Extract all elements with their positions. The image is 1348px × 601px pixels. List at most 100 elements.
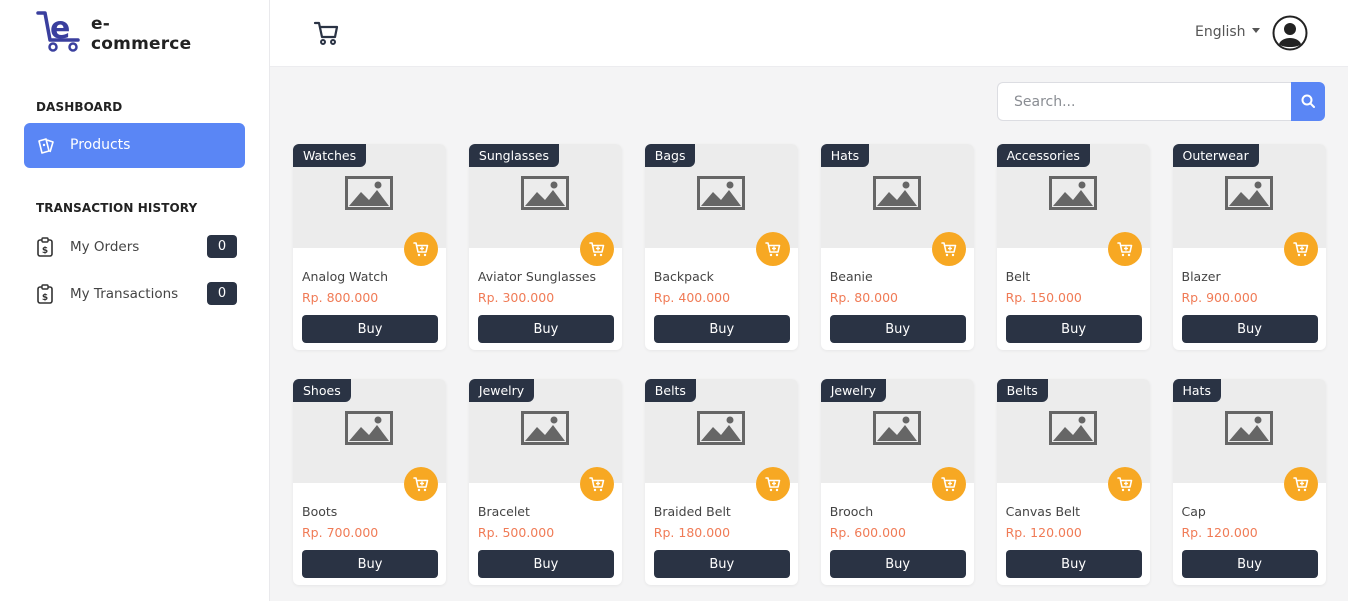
category-badge: Bags	[644, 144, 696, 167]
orders-count-badge: 0	[207, 235, 237, 258]
search-bar	[997, 82, 1325, 121]
transactions-count-badge: 0	[207, 282, 237, 305]
search-button[interactable]	[1291, 82, 1325, 121]
svg-text:$: $	[42, 246, 48, 256]
image-placeholder-icon	[872, 176, 921, 210]
sidebar-item-my-orders[interactable]: $ My Orders 0	[24, 231, 245, 263]
image-placeholder-icon	[696, 176, 745, 210]
sidebar-item-products[interactable]: Products	[24, 123, 245, 168]
add-to-cart-button[interactable]	[1107, 467, 1142, 501]
add-to-cart-button[interactable]	[755, 467, 790, 501]
top-header: English	[270, 0, 1348, 67]
product-card: Hats Cap Rp. 120.000 Buy	[1172, 379, 1326, 585]
category-badge: Jewelry	[820, 379, 886, 402]
product-price: Rp. 120.000	[1005, 525, 1082, 540]
add-to-cart-button[interactable]	[1107, 232, 1142, 266]
sidebar: e e-commerce DASHBOARD Products TRANSACT…	[0, 0, 270, 601]
logo-text: e-commerce	[91, 14, 192, 54]
product-name: Braided Belt	[653, 504, 731, 519]
add-to-cart-button[interactable]	[1283, 232, 1318, 266]
category-badge: Accessories	[996, 144, 1090, 167]
sidebar-item-label: My Transactions	[70, 286, 179, 302]
buy-button[interactable]: Buy	[829, 315, 966, 343]
cart-logo-icon: e	[36, 11, 80, 52]
logo[interactable]: e e-commerce	[36, 10, 206, 54]
product-card: Accessories Belt Rp. 150.000 Buy	[996, 144, 1150, 350]
buy-button[interactable]: Buy	[653, 550, 790, 578]
product-card: Bags Backpack Rp. 400.000 Buy	[644, 144, 798, 350]
add-to-cart-button[interactable]	[579, 232, 614, 266]
product-price: Rp. 400.000	[653, 290, 731, 305]
cart-plus-icon	[589, 242, 605, 257]
category-badge: Belts	[644, 379, 696, 402]
category-badge: Shoes	[293, 379, 351, 402]
cart-plus-icon	[413, 477, 429, 492]
cart-plus-icon	[940, 242, 956, 257]
buy-button[interactable]: Buy	[1181, 315, 1318, 343]
product-price: Rp. 120.000	[1181, 525, 1258, 540]
user-avatar-icon[interactable]	[1272, 15, 1308, 51]
product-card: Watches Analog Watch Rp. 800.000 Buy	[293, 144, 446, 350]
buy-button[interactable]: Buy	[302, 315, 438, 343]
product-name: Backpack	[653, 269, 714, 284]
image-placeholder-icon	[1224, 411, 1273, 445]
image-placeholder-icon	[520, 411, 569, 445]
add-to-cart-button[interactable]	[404, 232, 438, 266]
dashboard-section-title: DASHBOARD	[36, 100, 123, 114]
image-placeholder-icon	[345, 176, 393, 210]
product-name: Canvas Belt	[1005, 504, 1081, 519]
caret-down-icon	[1251, 27, 1260, 33]
category-badge: Sunglasses	[468, 144, 559, 167]
cart-plus-icon	[1116, 477, 1132, 492]
product-card: Belts Braided Belt Rp. 180.000 Buy	[644, 379, 798, 585]
product-price: Rp. 150.000	[1005, 290, 1082, 305]
product-card: Belts Canvas Belt Rp. 120.000 Buy	[996, 379, 1150, 585]
buy-button[interactable]: Buy	[829, 550, 966, 578]
product-price: Rp. 600.000	[829, 525, 906, 540]
cart-plus-icon	[589, 477, 605, 492]
search-input[interactable]	[997, 82, 1292, 121]
image-placeholder-icon	[696, 411, 745, 445]
cards-icon	[38, 138, 54, 154]
category-badge: Jewelry	[468, 379, 535, 402]
cart-plus-icon	[764, 242, 781, 257]
add-to-cart-button[interactable]	[404, 467, 438, 501]
transaction-history-section-title: TRANSACTION HISTORY	[36, 201, 198, 215]
product-name: Bracelet	[477, 504, 530, 519]
sidebar-item-my-transactions[interactable]: $ My Transactions 0	[24, 278, 245, 310]
cart-plus-icon	[1292, 477, 1308, 492]
add-to-cart-button[interactable]	[931, 232, 966, 266]
product-name: Boots	[302, 504, 338, 519]
add-to-cart-button[interactable]	[1283, 467, 1318, 501]
product-card: Outerwear Blazer Rp. 900.000 Buy	[1172, 144, 1326, 350]
image-placeholder-icon	[520, 176, 569, 210]
buy-button[interactable]: Buy	[653, 315, 790, 343]
product-card: Shoes Boots Rp. 700.000 Buy	[293, 379, 446, 585]
image-placeholder-icon	[1224, 176, 1273, 210]
search-icon	[1301, 94, 1315, 108]
buy-button[interactable]: Buy	[1005, 315, 1142, 343]
category-badge: Hats	[1172, 379, 1221, 402]
language-dropdown[interactable]: English	[1195, 24, 1260, 40]
buy-button[interactable]: Buy	[477, 315, 614, 343]
product-price: Rp. 300.000	[477, 290, 555, 305]
image-placeholder-icon	[1048, 411, 1097, 445]
product-name: Brooch	[829, 504, 874, 519]
image-placeholder-icon	[872, 411, 921, 445]
cart-icon[interactable]	[313, 19, 339, 47]
buy-button[interactable]: Buy	[302, 550, 438, 578]
cart-plus-icon	[413, 242, 429, 257]
category-badge: Hats	[820, 144, 870, 167]
add-to-cart-button[interactable]	[931, 467, 966, 501]
image-placeholder-icon	[1048, 176, 1097, 210]
buy-button[interactable]: Buy	[1181, 550, 1318, 578]
product-price: Rp. 180.000	[653, 525, 731, 540]
cart-plus-icon	[764, 477, 781, 492]
buy-button[interactable]: Buy	[1005, 550, 1142, 578]
add-to-cart-button[interactable]	[579, 467, 614, 501]
buy-button[interactable]: Buy	[477, 550, 614, 578]
sidebar-item-label: Products	[70, 137, 131, 153]
add-to-cart-button[interactable]	[755, 232, 790, 266]
product-price: Rp. 700.000	[302, 525, 379, 540]
product-name: Belt	[1005, 269, 1031, 284]
